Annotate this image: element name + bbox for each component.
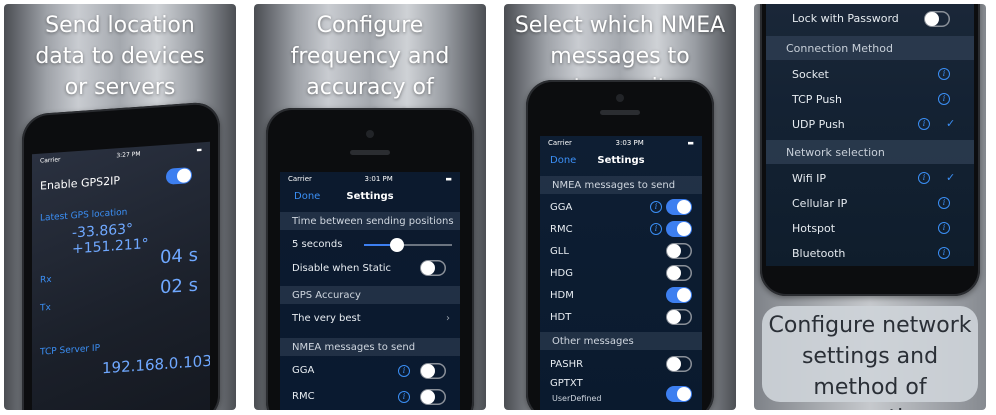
battery-icon: ▬	[445, 175, 452, 183]
message-label: HDM	[550, 290, 574, 301]
enable-label: Enable GPS2IP	[40, 174, 120, 193]
accuracy-row[interactable]: The very best ›	[280, 306, 460, 331]
carrier-label: Carrier	[40, 155, 61, 165]
info-icon[interactable]: i	[650, 223, 662, 235]
message-label: HDT	[550, 312, 572, 323]
status-time: 3:27 PM	[116, 150, 141, 159]
hdg-toggle[interactable]	[666, 265, 692, 281]
info-icon[interactable]: i	[938, 247, 950, 259]
connection-label: Socket	[792, 68, 829, 81]
earpiece	[600, 110, 640, 115]
message-label: HDG	[550, 268, 573, 279]
hdm-toggle[interactable]	[666, 287, 692, 303]
panel-caption: Configure network settings and method of…	[768, 313, 972, 410]
tx-value: 02 s	[159, 274, 198, 299]
latest-location-label: Latest GPS location	[40, 207, 128, 224]
info-icon[interactable]: i	[918, 118, 930, 130]
rx-value: 04 s	[159, 244, 198, 269]
network-label: Hotspot	[792, 222, 836, 235]
disable-static-toggle[interactable]	[420, 260, 446, 276]
gptxt-toggle[interactable]	[666, 386, 692, 402]
phone-screen: Carrier 3:01 PM ▬ Done Settings Time bet…	[280, 172, 460, 410]
seconds-label: 5 seconds	[292, 239, 343, 250]
network-label: Cellular IP	[792, 197, 848, 210]
section-header-nmea: NMEA messages to send	[280, 338, 460, 356]
message-label: GLL	[550, 246, 569, 257]
network-label: Bluetooth	[792, 247, 846, 260]
nav-title: Settings	[597, 154, 645, 166]
info-icon[interactable]: i	[938, 197, 950, 209]
phone-body: Lock with Password Connection Method Soc…	[760, 4, 980, 296]
nav-title: Settings	[346, 190, 394, 202]
info-icon[interactable]: i	[918, 172, 930, 184]
gptxt-sublabel: UserDefined	[552, 394, 602, 403]
slider-thumb[interactable]	[389, 238, 404, 252]
section-header-nmea: NMEA messages to send	[540, 176, 702, 194]
gga-label: GGA	[292, 365, 315, 376]
screenshot-panel-1: Send location data to devices or servers…	[4, 4, 236, 410]
checkmark-icon: ✓	[946, 117, 956, 130]
server-label: TCP Server IP	[40, 343, 100, 358]
message-label: RMC	[550, 224, 573, 235]
connection-row-udp-push[interactable]: UDP Push	[766, 112, 974, 137]
lock-password-toggle[interactable]	[924, 11, 950, 27]
info-icon[interactable]: i	[938, 68, 950, 80]
battery-icon: ▬	[196, 145, 202, 154]
network-row-wifi[interactable]: Wifi IP	[766, 166, 974, 191]
info-icon[interactable]: i	[398, 365, 410, 377]
phone-body: Carrier 3:01 PM ▬ Done Settings Time bet…	[266, 108, 474, 410]
phone-screen: Lock with Password Connection Method Soc…	[766, 4, 974, 266]
lock-password-label: Lock with Password	[792, 12, 899, 25]
section-header-connection: Connection Method	[766, 36, 974, 60]
battery-icon: ▬	[687, 139, 694, 147]
gga-toggle[interactable]	[420, 363, 446, 379]
pashr-label: PASHR	[550, 359, 584, 370]
disable-static-label: Disable when Static	[292, 263, 392, 274]
phone-body: Carrier 3:03 PM ▬ Done Settings NMEA mes…	[526, 80, 714, 410]
section-header-network: Network selection	[766, 140, 974, 164]
info-icon[interactable]: i	[650, 201, 662, 213]
rmc-toggle[interactable]	[420, 389, 446, 405]
gptxt-label: GPTXT	[550, 378, 583, 389]
section-header-other: Other messages	[540, 332, 702, 350]
carrier-label: Carrier	[288, 175, 312, 183]
info-icon[interactable]: i	[398, 391, 410, 403]
hdt-toggle[interactable]	[666, 309, 692, 325]
earpiece	[350, 150, 390, 155]
section-header-time: Time between sending positions	[280, 212, 460, 230]
camera	[366, 130, 374, 138]
screenshot-panel-3: Select which NMEA messages to transmit C…	[504, 4, 736, 410]
rmc-label: RMC	[292, 391, 315, 402]
network-label: Wifi IP	[792, 172, 826, 185]
caption-box: Configure network settings and method of…	[762, 306, 978, 410]
pashr-toggle[interactable]	[666, 356, 692, 372]
carrier-label: Carrier	[548, 139, 572, 147]
rmc-toggle[interactable]	[666, 221, 692, 237]
enable-gps2ip-toggle[interactable]	[166, 167, 192, 185]
phone-screen: Carrier 3:27 PM ▬ Enable GPS2IP Latest G…	[32, 141, 210, 410]
accuracy-value: The very best	[292, 313, 361, 324]
connection-label: TCP Push	[792, 93, 842, 106]
section-header-accuracy: GPS Accuracy	[280, 286, 460, 304]
phone-screen: Carrier 3:03 PM ▬ Done Settings NMEA mes…	[540, 136, 702, 410]
info-icon[interactable]: i	[938, 93, 950, 105]
screenshot-panel-2: Configure frequency and accuracy of tran…	[254, 4, 486, 410]
panel-caption: Send location data to devices or servers	[35, 13, 205, 100]
screenshot-panel-4: Lock with Password Connection Method Soc…	[754, 4, 986, 410]
status-time: 3:03 PM	[615, 139, 644, 147]
interval-slider[interactable]	[364, 238, 452, 252]
chevron-right-icon: ›	[446, 313, 450, 324]
server-ip-value: 192.168.0.103	[102, 351, 210, 378]
status-time: 3:01 PM	[364, 175, 393, 183]
checkmark-icon: ✓	[946, 171, 956, 184]
phone-body: Carrier 3:27 PM ▬ Enable GPS2IP Latest G…	[22, 101, 220, 410]
info-icon[interactable]: i	[938, 222, 950, 234]
camera	[616, 94, 624, 102]
gga-toggle[interactable]	[666, 199, 692, 215]
rx-label: Rx	[40, 274, 52, 286]
gll-toggle[interactable]	[666, 243, 692, 259]
connection-label: UDP Push	[792, 118, 845, 131]
tx-label: Tx	[40, 302, 51, 314]
message-label: GGA	[550, 202, 573, 213]
